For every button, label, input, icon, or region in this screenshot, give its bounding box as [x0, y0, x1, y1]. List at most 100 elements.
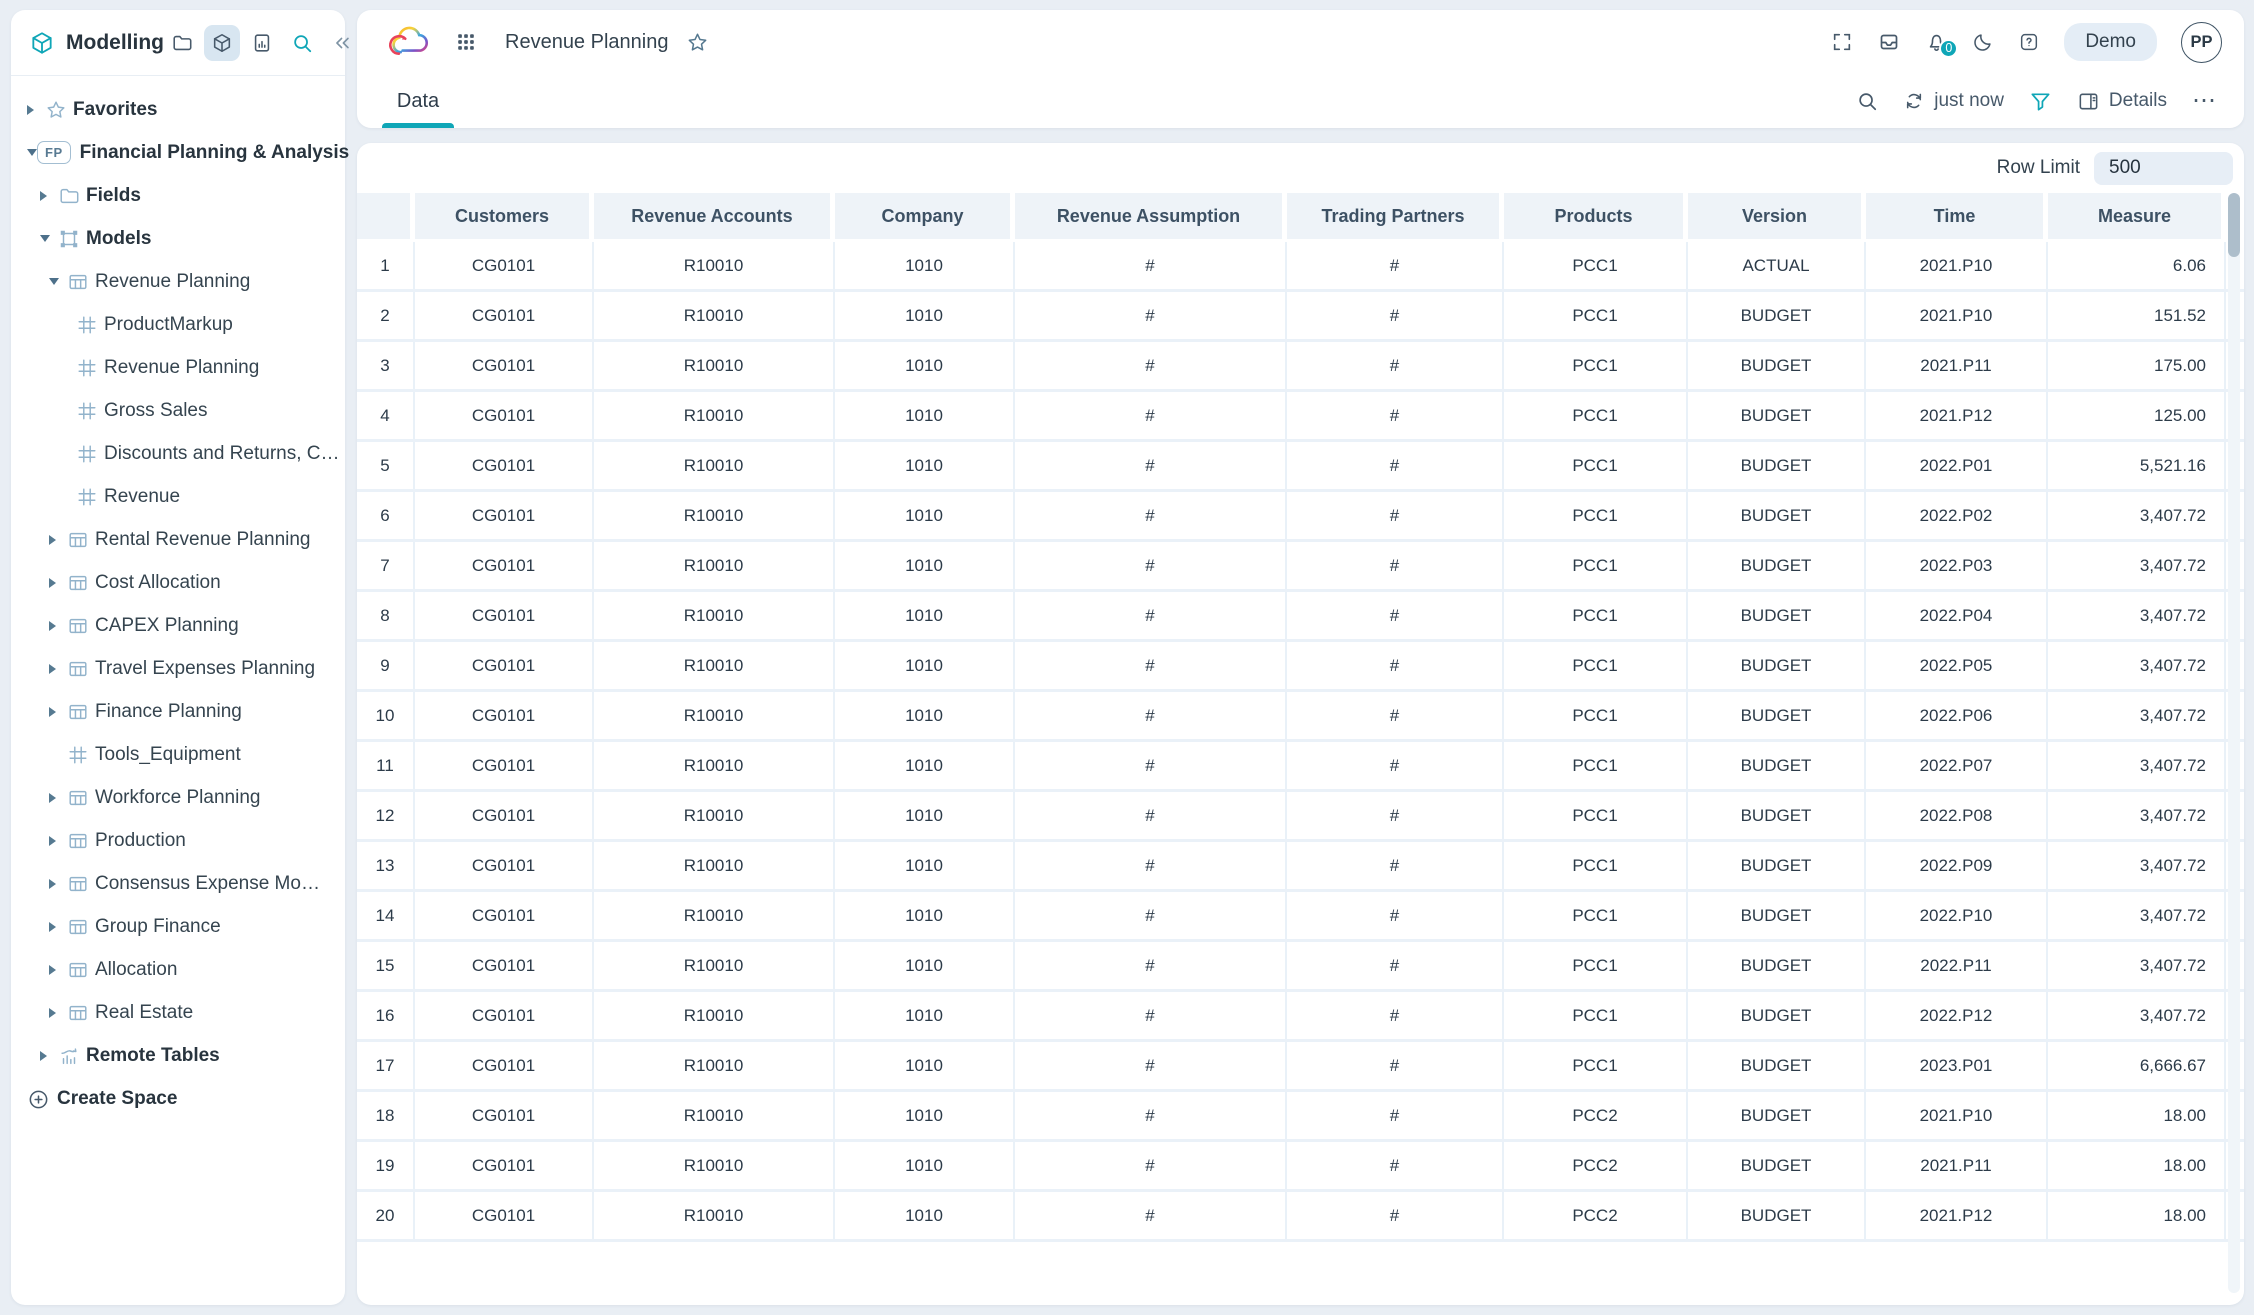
refresh-button[interactable]: just now	[1903, 90, 2004, 112]
table-row[interactable]: 7CG0101R100101010##PCC1BUDGET2022.P033,4…	[357, 542, 2244, 592]
chevron-right-icon[interactable]	[49, 793, 67, 803]
tab-data[interactable]: Data	[382, 74, 454, 128]
row-limit-input[interactable]: 500	[2094, 152, 2233, 185]
sidebar-item-tools-equipment[interactable]: Tools_Equipment	[11, 733, 345, 776]
table-row[interactable]: 3CG0101R100101010##PCC1BUDGET2021.P11175…	[357, 342, 2244, 392]
chevron-right-icon[interactable]	[49, 707, 67, 717]
sidebar-item-discounts-and-returns-c[interactable]: Discounts and Returns, C…	[11, 432, 345, 475]
sidebar-item-workforce-planning[interactable]: Workforce Planning	[11, 776, 345, 819]
search-icon[interactable]	[284, 25, 320, 61]
table-row[interactable]: 11CG0101R100101010##PCC1BUDGET2022.P073,…	[357, 742, 2244, 792]
rainbow-cloud-logo[interactable]	[385, 24, 433, 60]
chevron-right-icon[interactable]	[49, 578, 67, 588]
sidebar-item-revenue[interactable]: Revenue	[11, 475, 345, 518]
cell: BUDGET	[1688, 892, 1866, 939]
table-row[interactable]: 12CG0101R100101010##PCC1BUDGET2022.P083,…	[357, 792, 2244, 842]
sidebar-item-allocation[interactable]: Allocation	[11, 948, 345, 991]
sidebar-item-favorites[interactable]: Favorites	[11, 88, 345, 131]
fullscreen-icon[interactable]	[1831, 31, 1853, 53]
sidebar-item-fields[interactable]: Fields	[11, 174, 345, 217]
chevron-down-icon[interactable]	[40, 235, 58, 242]
folder-icon[interactable]	[164, 25, 200, 61]
sidebar-item-consensus-expense-mo[interactable]: Consensus Expense Mo…	[11, 862, 345, 905]
sidebar-item-models[interactable]: Models	[11, 217, 345, 260]
details-button[interactable]: Details	[2077, 90, 2167, 113]
table-row[interactable]: 8CG0101R100101010##PCC1BUDGET2022.P043,4…	[357, 592, 2244, 642]
cell: #	[1287, 442, 1504, 489]
table-row[interactable]: 14CG0101R100101010##PCC1BUDGET2022.P103,…	[357, 892, 2244, 942]
table-row[interactable]: 16CG0101R100101010##PCC1BUDGET2022.P123,…	[357, 992, 2244, 1042]
sidebar-item-finance-planning[interactable]: Finance Planning	[11, 690, 345, 733]
table-row[interactable]: 1CG0101R100101010##PCC1ACTUAL2021.P106.0…	[357, 242, 2244, 292]
sidebar-item-group-finance[interactable]: Group Finance	[11, 905, 345, 948]
cell: #	[1287, 992, 1504, 1039]
dark-mode-moon-icon[interactable]	[1972, 31, 1994, 53]
chevron-right-icon[interactable]	[49, 922, 67, 932]
help-icon[interactable]	[2018, 31, 2040, 53]
cell: R10010	[594, 442, 835, 489]
column-header-version[interactable]: Version	[1688, 193, 1866, 239]
app-grid-icon[interactable]	[455, 31, 477, 53]
chevron-right-icon[interactable]	[49, 965, 67, 975]
column-header-company[interactable]: Company	[835, 193, 1015, 239]
chevron-right-icon[interactable]	[40, 191, 58, 201]
table-row[interactable]: 5CG0101R100101010##PCC1BUDGET2022.P015,5…	[357, 442, 2244, 492]
chevron-right-icon[interactable]	[27, 105, 45, 115]
sidebar-item-remote-tables[interactable]: Remote Tables	[11, 1034, 345, 1077]
sidebar-item-production[interactable]: Production	[11, 819, 345, 862]
chevron-right-icon[interactable]	[49, 664, 67, 674]
table-row[interactable]: 9CG0101R100101010##PCC1BUDGET2022.P053,4…	[357, 642, 2244, 692]
favorite-star-icon[interactable]	[686, 31, 709, 54]
chevron-right-icon[interactable]	[49, 535, 67, 545]
sidebar-item-cost-allocation[interactable]: Cost Allocation	[11, 561, 345, 604]
column-header-customers[interactable]: Customers	[415, 193, 594, 239]
column-header-revenue-assumption[interactable]: Revenue Assumption	[1015, 193, 1287, 239]
sidebar-item-rental-revenue-planning[interactable]: Rental Revenue Planning	[11, 518, 345, 561]
table-row[interactable]: 20CG0101R100101010##PCC2BUDGET2021.P1218…	[357, 1192, 2244, 1242]
sidebar-item-revenue-planning[interactable]: Revenue Planning	[11, 346, 345, 389]
chevron-right-icon[interactable]	[49, 879, 67, 889]
cell: PCC1	[1504, 642, 1688, 689]
table-row[interactable]: 6CG0101R100101010##PCC1BUDGET2022.P023,4…	[357, 492, 2244, 542]
cube-icon[interactable]	[204, 25, 240, 61]
create-space-button[interactable]: Create Space	[11, 1077, 345, 1121]
chevron-right-icon[interactable]	[49, 1008, 67, 1018]
sidebar-item-real-estate[interactable]: Real Estate	[11, 991, 345, 1034]
chevron-down-icon[interactable]	[27, 149, 37, 156]
chevron-down-icon[interactable]	[49, 278, 67, 285]
column-header-revenue-accounts[interactable]: Revenue Accounts	[594, 193, 835, 239]
table-row[interactable]: 4CG0101R100101010##PCC1BUDGET2021.P12125…	[357, 392, 2244, 442]
table-row[interactable]: 10CG0101R100101010##PCC1BUDGET2022.P063,…	[357, 692, 2244, 742]
chevron-right-icon[interactable]	[40, 1051, 58, 1061]
sidebar-item-productmarkup[interactable]: ProductMarkup	[11, 303, 345, 346]
more-menu-icon[interactable]: ⋯	[2192, 96, 2218, 106]
column-header-measure[interactable]: Measure	[2048, 193, 2226, 239]
inbox-tray-icon[interactable]	[1877, 30, 1901, 54]
table-row[interactable]: 17CG0101R100101010##PCC1BUDGET2023.P016,…	[357, 1042, 2244, 1092]
user-avatar[interactable]: PP	[2181, 22, 2222, 63]
search-icon[interactable]	[1856, 90, 1878, 112]
sidebar-item-travel-expenses-planning[interactable]: Travel Expenses Planning	[11, 647, 345, 690]
filter-funnel-icon[interactable]	[2029, 90, 2052, 113]
table-row[interactable]: 19CG0101R100101010##PCC2BUDGET2021.P1118…	[357, 1142, 2244, 1192]
table-row[interactable]: 18CG0101R100101010##PCC2BUDGET2021.P1018…	[357, 1092, 2244, 1142]
collapse-panel-icon[interactable]	[324, 25, 360, 61]
notifications-bell-icon[interactable]: 0	[1925, 31, 1948, 54]
table-row[interactable]: 15CG0101R100101010##PCC1BUDGET2022.P113,…	[357, 942, 2244, 992]
chevron-right-icon[interactable]	[49, 621, 67, 631]
report-icon[interactable]	[244, 25, 280, 61]
chevron-right-icon[interactable]	[49, 836, 67, 846]
table-row[interactable]: 2CG0101R100101010##PCC1BUDGET2021.P10151…	[357, 292, 2244, 342]
table-row[interactable]: 13CG0101R100101010##PCC1BUDGET2022.P093,…	[357, 842, 2244, 892]
cell: #	[1015, 992, 1287, 1039]
sidebar-item-financial-planning-analysis[interactable]: FPFinancial Planning & Analysis	[11, 131, 345, 174]
sidebar-item-revenue-planning[interactable]: Revenue Planning	[11, 260, 345, 303]
sidebar-item-gross-sales[interactable]: Gross Sales	[11, 389, 345, 432]
column-header-products[interactable]: Products	[1504, 193, 1688, 239]
sidebar-item-capex-planning[interactable]: CAPEX Planning	[11, 604, 345, 647]
column-header-trading-partners[interactable]: Trading Partners	[1287, 193, 1504, 239]
column-header-time[interactable]: Time	[1866, 193, 2048, 239]
vertical-scrollbar[interactable]	[2228, 193, 2240, 257]
cell: BUDGET	[1688, 442, 1866, 489]
environment-badge[interactable]: Demo	[2064, 23, 2157, 61]
